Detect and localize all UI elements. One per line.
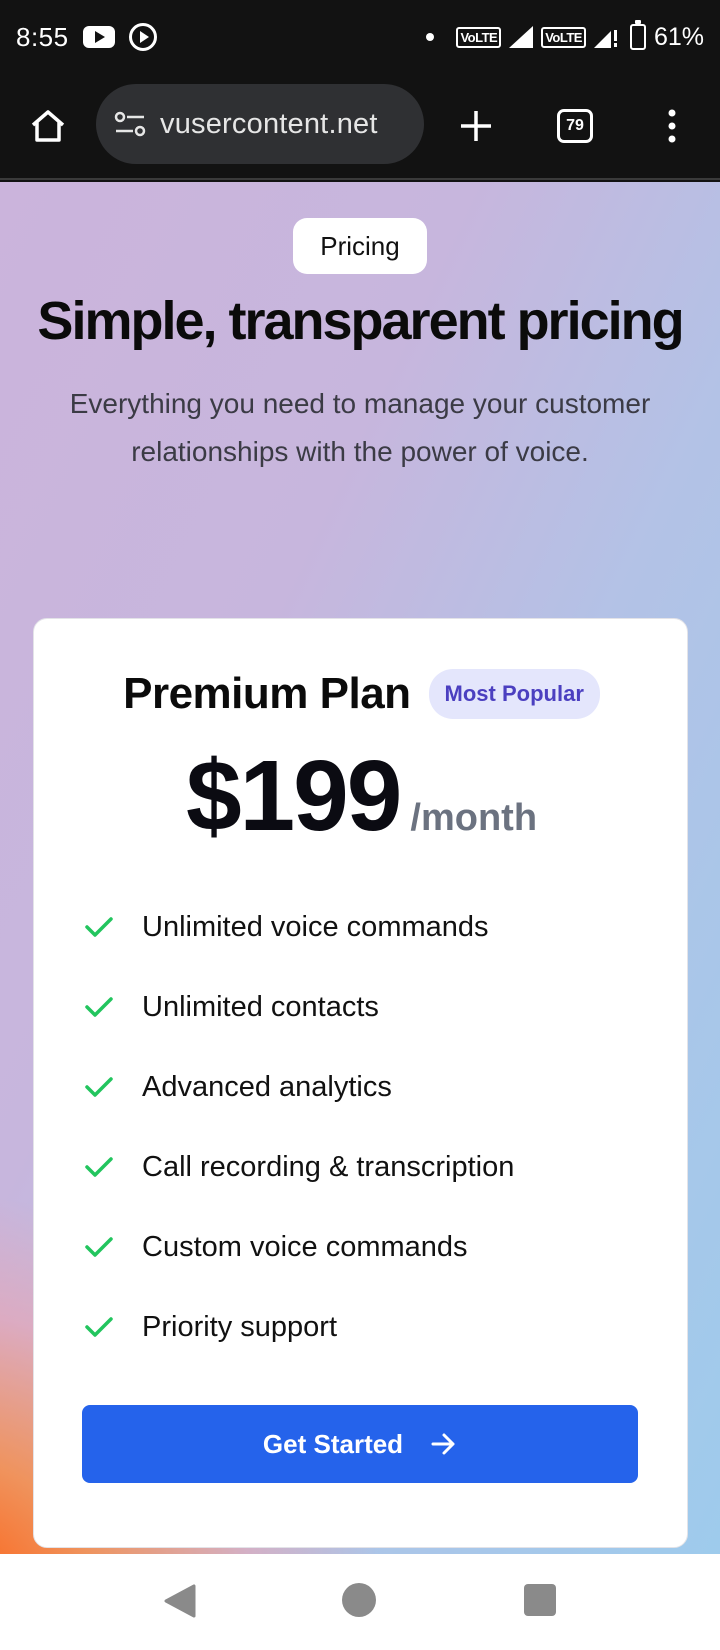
web-page: Pricing Simple, transparent pricing Ever… (0, 182, 720, 1554)
browser-toolbar: vusercontent.net 79 (0, 74, 720, 180)
check-icon (85, 1077, 113, 1097)
pricing-badge: Pricing (293, 218, 427, 274)
notification-dot-icon (426, 33, 435, 41)
page-title: Simple, transparent pricing (37, 291, 684, 351)
plan-name: Premium Plan (123, 669, 411, 718)
status-time: 8:55 (16, 21, 69, 52)
media-play-icon (128, 23, 157, 51)
feature-item: Unlimited voice commands (84, 887, 514, 967)
check-icon (85, 917, 113, 937)
get-started-label: Get Started (262, 1428, 404, 1459)
most-popular-badge: Most Popular (428, 669, 600, 719)
home-nav-icon[interactable] (342, 1583, 376, 1617)
youtube-icon (82, 26, 115, 48)
battery-percent: 61% (653, 22, 704, 51)
feature-text: Custom voice commands (142, 1230, 468, 1263)
feature-item: Advanced analytics (84, 1047, 514, 1127)
plan-period: /month (410, 797, 538, 839)
signal-weak-icon (593, 30, 617, 48)
arrow-right-icon (431, 1433, 455, 1455)
check-icon (85, 1237, 113, 1257)
feature-list: Unlimited voice commands Unlimited conta… (84, 887, 514, 1367)
url-text: vusercontent.net (160, 107, 378, 140)
pricing-card: Premium Plan Most Popular $199 /month Un… (33, 618, 688, 1548)
feature-text: Call recording & transcription (142, 1150, 515, 1183)
tab-switcher-button[interactable]: 79 (545, 96, 605, 156)
page-subtitle: Everything you need to manage your custo… (69, 388, 651, 467)
new-tab-button[interactable] (446, 96, 506, 156)
plus-icon (461, 111, 491, 141)
signal-icon (509, 26, 534, 48)
home-icon (31, 110, 65, 142)
feature-text: Unlimited contacts (142, 990, 379, 1023)
home-button[interactable] (18, 96, 78, 156)
battery-icon (629, 20, 646, 50)
feature-item: Call recording & transcription (84, 1127, 514, 1207)
volte-icon-2: VoLTE (541, 26, 586, 48)
feature-text: Priority support (142, 1310, 338, 1343)
volte-icon: VoLTE (456, 26, 502, 48)
feature-item: Priority support (84, 1287, 514, 1367)
system-nav-bar (0, 1554, 720, 1650)
url-bar[interactable]: vusercontent.net (96, 84, 424, 164)
tab-count: 79 (557, 109, 593, 143)
feature-text: Advanced analytics (142, 1070, 392, 1103)
check-icon (85, 1157, 113, 1177)
feature-item: Custom voice commands (84, 1207, 514, 1287)
status-bar: 8:55 VoLTE VoLTE 61% (0, 0, 720, 74)
feature-item: Unlimited contacts (84, 967, 514, 1047)
check-icon (85, 1317, 113, 1337)
back-icon[interactable] (162, 1584, 196, 1618)
overflow-menu-button[interactable] (642, 96, 702, 156)
recents-icon[interactable] (524, 1584, 556, 1616)
more-vert-icon (668, 109, 676, 143)
site-settings-icon[interactable] (114, 110, 146, 138)
check-icon (85, 997, 113, 1017)
feature-text: Unlimited voice commands (142, 910, 489, 943)
plan-price: $199 (185, 740, 402, 852)
get-started-button[interactable]: Get Started (82, 1405, 638, 1483)
